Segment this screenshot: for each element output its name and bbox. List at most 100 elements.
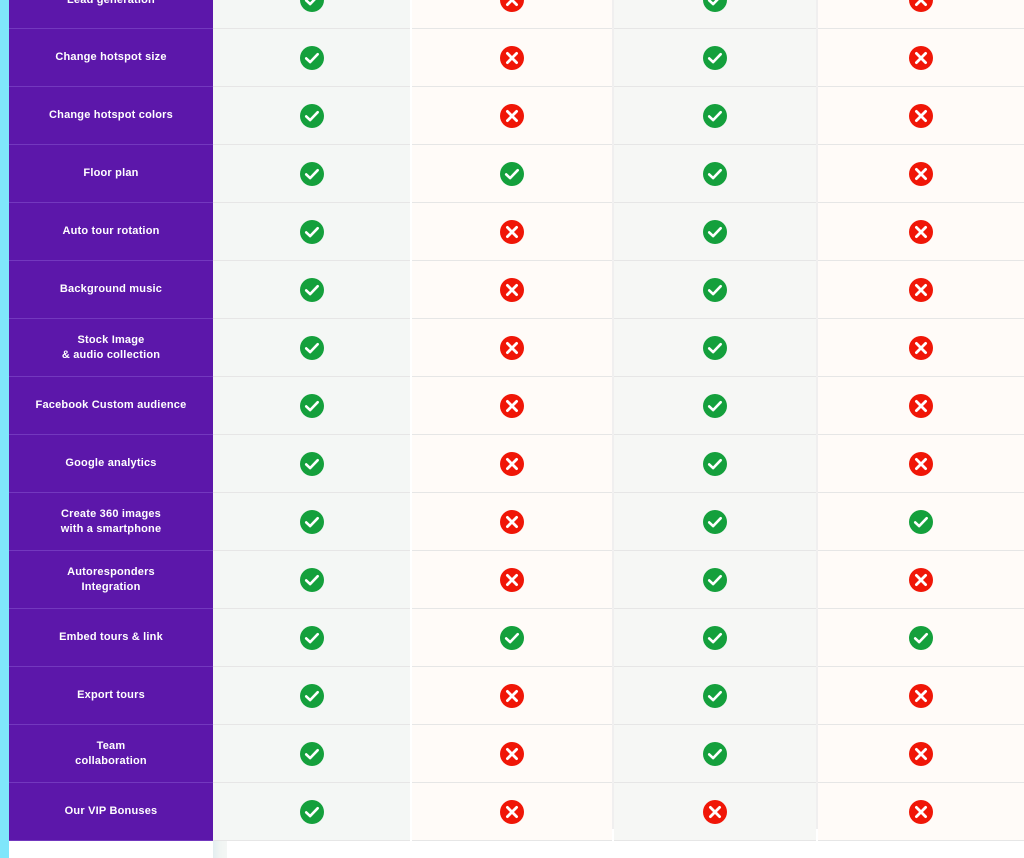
check-circle-icon — [702, 683, 728, 709]
check-circle-icon — [499, 161, 525, 187]
plan-column-4 — [818, 0, 1024, 841]
availability-cell — [412, 377, 612, 435]
check-circle-icon — [499, 625, 525, 651]
feature-label: Embed tours & link — [59, 631, 163, 644]
x-circle-icon — [499, 277, 525, 303]
check-circle-icon — [299, 277, 325, 303]
feature-label: Auto tour rotation — [62, 225, 160, 238]
check-circle-icon — [702, 393, 728, 419]
check-circle-icon — [702, 451, 728, 477]
x-circle-icon — [908, 451, 934, 477]
check-circle-icon — [299, 0, 325, 13]
availability-cell — [412, 203, 612, 261]
availability-cell — [614, 0, 816, 29]
feature-label: Facebook Custom audience — [35, 399, 187, 412]
feature-label-cell: Stock Image & audio collection — [9, 319, 213, 377]
availability-cell — [412, 551, 612, 609]
availability-cell — [213, 29, 410, 87]
check-circle-icon — [702, 335, 728, 361]
check-circle-icon — [299, 451, 325, 477]
x-circle-icon — [908, 683, 934, 709]
availability-cell — [213, 87, 410, 145]
feature-label-cell: Change hotspot colors — [9, 87, 213, 145]
feature-label-cell: Embed tours & link — [9, 609, 213, 667]
check-circle-icon — [299, 799, 325, 825]
check-circle-icon — [702, 219, 728, 245]
availability-cell — [412, 667, 612, 725]
check-circle-icon — [908, 509, 934, 535]
x-circle-icon — [499, 45, 525, 71]
availability-cell — [818, 435, 1024, 493]
availability-cell — [614, 87, 816, 145]
check-circle-icon — [702, 741, 728, 767]
x-circle-icon — [908, 799, 934, 825]
x-circle-icon — [499, 0, 525, 13]
feature-label: Our VIP Bonuses — [64, 805, 158, 818]
availability-cell — [213, 203, 410, 261]
availability-cell — [213, 0, 410, 29]
availability-cell — [614, 435, 816, 493]
availability-cell — [818, 783, 1024, 841]
x-circle-icon — [908, 161, 934, 187]
feature-label: Floor plan — [83, 167, 139, 180]
check-circle-icon — [299, 219, 325, 245]
availability-cell — [412, 725, 612, 783]
availability-cell — [412, 319, 612, 377]
availability-cell — [614, 667, 816, 725]
availability-cell — [818, 725, 1024, 783]
plan-column-3 — [614, 0, 818, 841]
feature-label-cell: Change hotspot size — [9, 29, 213, 87]
x-circle-icon — [908, 277, 934, 303]
availability-cell — [412, 29, 612, 87]
availability-cell — [412, 609, 612, 667]
check-circle-icon — [299, 567, 325, 593]
feature-label: Google analytics — [65, 457, 157, 470]
availability-cell — [213, 783, 410, 841]
feature-label-cell: Autoresponders Integration — [9, 551, 213, 609]
availability-cell — [213, 725, 410, 783]
feature-label: Stock Image & audio collection — [61, 333, 161, 361]
availability-cell — [818, 145, 1024, 203]
plan-column-1 — [213, 0, 412, 841]
feature-label: Background music — [59, 283, 163, 296]
availability-cell — [412, 87, 612, 145]
check-circle-icon — [299, 103, 325, 129]
plan-column-2 — [412, 0, 614, 841]
check-circle-icon — [702, 509, 728, 535]
availability-cell — [412, 261, 612, 319]
x-circle-icon — [499, 683, 525, 709]
x-circle-icon — [499, 567, 525, 593]
availability-cell — [213, 609, 410, 667]
availability-cell — [818, 0, 1024, 29]
x-circle-icon — [908, 567, 934, 593]
availability-cell — [213, 551, 410, 609]
check-circle-icon — [702, 103, 728, 129]
availability-cell — [818, 87, 1024, 145]
availability-cell — [614, 203, 816, 261]
feature-label: Team collaboration — [75, 739, 147, 767]
x-circle-icon — [499, 741, 525, 767]
availability-cell — [412, 0, 612, 29]
availability-cell — [614, 145, 816, 203]
availability-cell — [614, 493, 816, 551]
check-circle-icon — [299, 683, 325, 709]
availability-cell — [614, 725, 816, 783]
feature-label-cell: Floor plan — [9, 145, 213, 203]
feature-label: Change hotspot colors — [49, 109, 173, 122]
availability-cell — [818, 203, 1024, 261]
feature-label-cell: Facebook Custom audience — [9, 377, 213, 435]
availability-cell — [213, 319, 410, 377]
feature-label-cell: Our VIP Bonuses — [9, 783, 213, 841]
x-circle-icon — [702, 799, 728, 825]
x-circle-icon — [908, 103, 934, 129]
check-circle-icon — [702, 161, 728, 187]
check-circle-icon — [299, 161, 325, 187]
x-circle-icon — [499, 335, 525, 361]
feature-label-cell: Team collaboration — [9, 725, 213, 783]
check-circle-icon — [299, 625, 325, 651]
availability-cell — [213, 435, 410, 493]
check-circle-icon — [299, 335, 325, 361]
availability-cell — [213, 145, 410, 203]
x-circle-icon — [499, 103, 525, 129]
x-circle-icon — [908, 741, 934, 767]
